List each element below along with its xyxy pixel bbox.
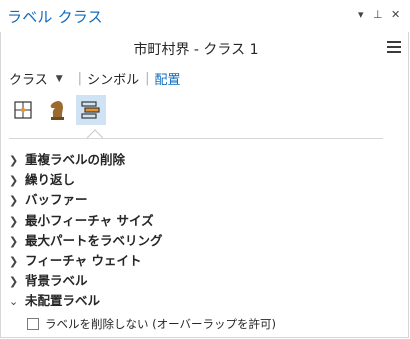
position-button[interactable] xyxy=(8,95,38,125)
chevron-right-icon: ❯ xyxy=(9,254,19,268)
label-placement-button[interactable] xyxy=(76,95,106,125)
tab-bar: クラス ▼ | シンボル | 配置 xyxy=(9,69,180,88)
placement-sections: ❯ 重複ラベルの削除 ❯ 繰り返し ❯ バッファー ❯ 最小フィーチャ サイズ ❯ 最大パ… xyxy=(9,150,163,312)
placement-icon-toolbar xyxy=(8,95,110,125)
chevron-right-icon: ❯ xyxy=(9,214,19,228)
pane-titlebar: ラベル クラス ▾ ⊥ ✕ xyxy=(0,0,410,32)
chevron-down-icon: ⌄ xyxy=(9,295,19,309)
chevron-right-icon: ❯ xyxy=(9,234,19,248)
never-remove-label: ラベルを削除しない (オーバーラップを許可) xyxy=(45,317,277,331)
section-label: 未配置ラベル xyxy=(25,293,101,309)
chess-knight-icon xyxy=(50,101,64,120)
section-label: 最大パートをラベリング xyxy=(25,232,163,248)
close-icon[interactable]: ✕ xyxy=(391,8,400,21)
never-remove-option[interactable]: ラベルを削除しない (オーバーラップを許可) xyxy=(27,316,276,332)
label-class-name: 市町村界 - クラス 1 xyxy=(133,42,259,58)
never-remove-checkbox[interactable] xyxy=(27,318,39,330)
section-label: 背景ラベル xyxy=(25,273,88,289)
tab-symbol[interactable]: シンボル xyxy=(87,69,139,88)
pin-icon[interactable]: ⊥ xyxy=(373,8,383,21)
section-buffer[interactable]: ❯ バッファー xyxy=(9,190,163,210)
section-label: バッファー xyxy=(25,192,88,208)
tab-separator: | xyxy=(145,71,150,86)
chevron-down-icon[interactable]: ▼ xyxy=(56,74,63,84)
section-label-largest-part[interactable]: ❯ 最大パートをラベリング xyxy=(9,231,163,251)
section-feature-weight[interactable]: ❯ フィーチャ ウェイト xyxy=(9,251,163,271)
label-placement-icon xyxy=(81,101,100,119)
pane-options-icon[interactable]: ▾ xyxy=(358,8,364,21)
section-label: フィーチャ ウェイト xyxy=(25,252,142,268)
tab-separator: | xyxy=(77,71,83,86)
chevron-right-icon: ❯ xyxy=(9,154,19,167)
tab-class[interactable]: クラス xyxy=(9,69,48,88)
position-icon xyxy=(14,101,32,119)
section-min-feature-size[interactable]: ❯ 最小フィーチャ サイズ xyxy=(9,211,163,231)
section-label: 最小フィーチャ サイズ xyxy=(25,212,154,228)
section-duplicate-labels[interactable]: ❯ 重複ラベルの削除 xyxy=(9,150,163,170)
section-label: 重複ラベルの削除 xyxy=(25,152,126,167)
section-unplaced-labels[interactable]: ⌄ 未配置ラベル xyxy=(9,291,163,311)
hamburger-menu-icon[interactable] xyxy=(387,41,401,56)
chevron-right-icon: ❯ xyxy=(9,275,19,289)
chevron-right-icon: ❯ xyxy=(9,194,19,208)
section-label: 繰り返し xyxy=(25,172,76,188)
conflict-resolution-button[interactable] xyxy=(42,95,72,125)
tab-placement[interactable]: 配置 xyxy=(154,69,180,88)
divider xyxy=(9,138,383,139)
chevron-right-icon: ❯ xyxy=(9,174,19,188)
section-background-label[interactable]: ❯ 背景ラベル xyxy=(9,271,163,291)
pane-title: ラベル クラス xyxy=(7,8,103,26)
section-repeat[interactable]: ❯ 繰り返し xyxy=(9,170,163,190)
